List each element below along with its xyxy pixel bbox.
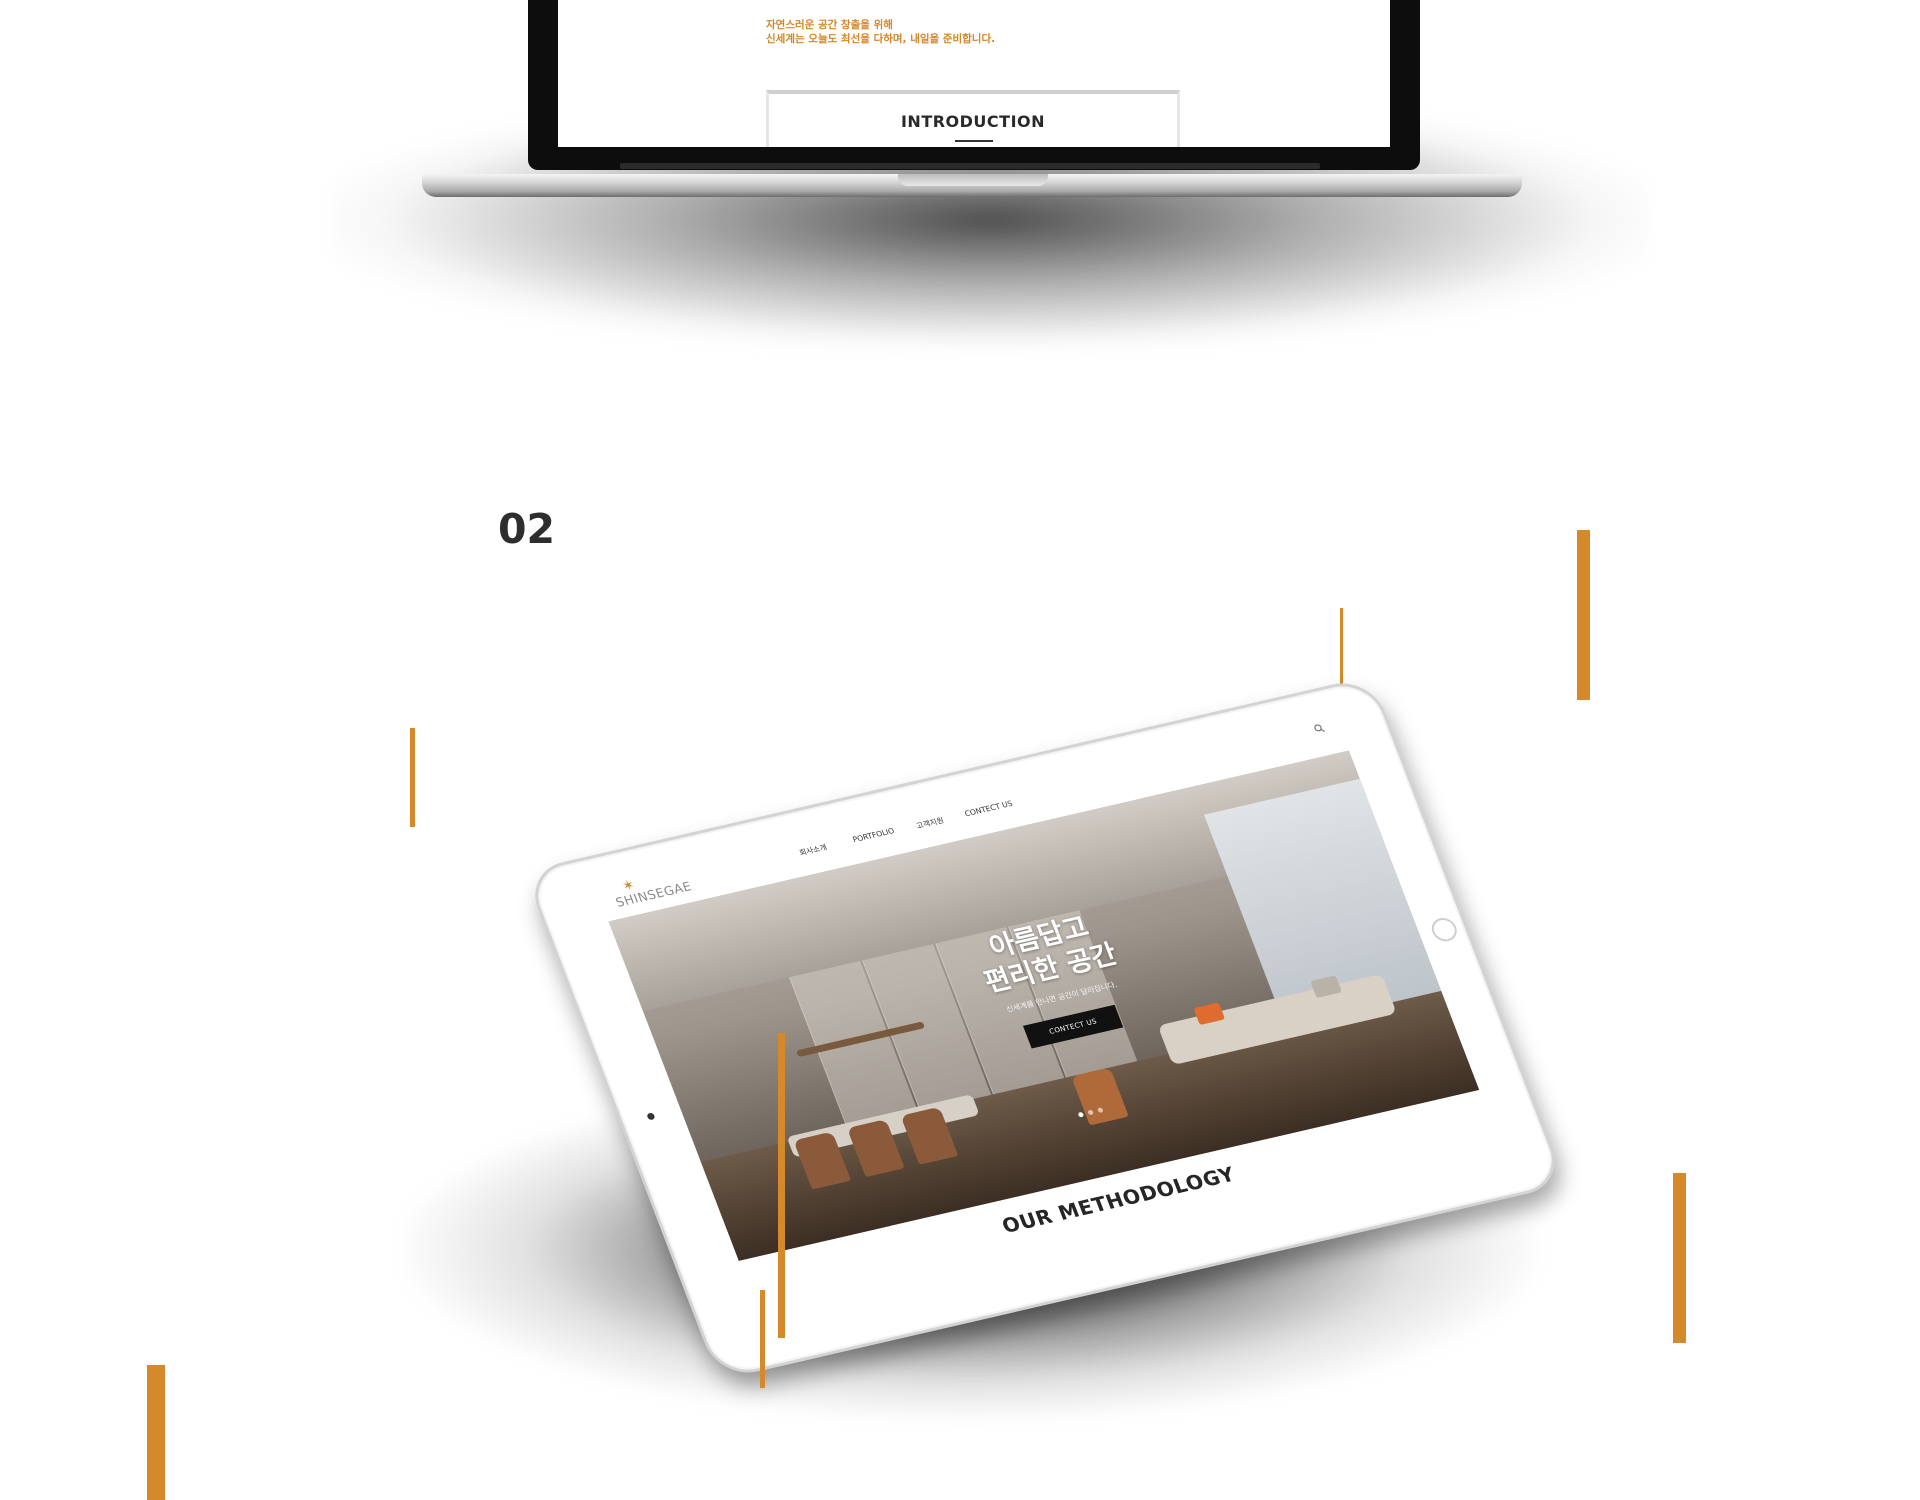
laptop-notch — [898, 174, 1048, 186]
accent-bar — [760, 1290, 765, 1388]
laptop-copy-line-2: 신세계는 오늘도 최선을 다하며, 내일을 준비합니다. — [766, 33, 996, 45]
search-icon[interactable] — [1311, 718, 1325, 732]
laptop-intro-title: INTRODUCTION — [900, 112, 1046, 131]
laptop-copy-line-1: 자연스러운 공간 창출을 위해 — [766, 19, 893, 31]
nav-item-contact[interactable]: CONTECT US — [963, 799, 1014, 818]
nav-item-portfolio[interactable]: PORTFOLIO — [851, 826, 895, 844]
laptop-hinge — [620, 163, 1320, 169]
laptop-intro-underline — [955, 140, 993, 142]
accent-bar — [147, 1365, 165, 1500]
nav-item-support[interactable]: 고객지원 — [915, 815, 946, 832]
nav-item-company[interactable]: 회사소개 — [798, 842, 829, 859]
accent-bar — [778, 1033, 785, 1338]
accent-bar — [1577, 530, 1590, 700]
accent-bar — [410, 728, 415, 827]
section-number: 02 — [498, 505, 556, 553]
accent-bar — [1673, 1173, 1686, 1343]
